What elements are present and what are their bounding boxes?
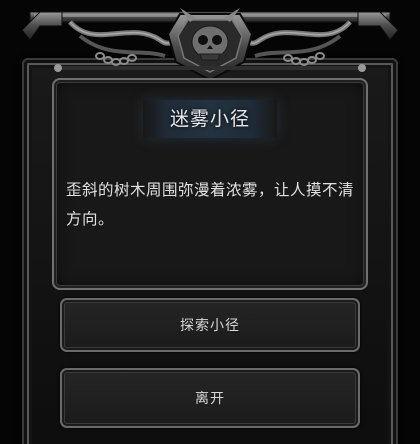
ornate-crest-icon bbox=[21, 8, 399, 82]
event-description: 歪斜的树木周围弥漫着浓雾，让人摸不清方向。 bbox=[66, 181, 355, 228]
event-screen: 迷雾小径 歪斜的树木周围弥漫着浓雾，让人摸不清方向。 探索小径 离开 bbox=[0, 0, 420, 444]
explore-path-label: 探索小径 bbox=[180, 318, 240, 334]
leave-button[interactable]: 离开 bbox=[60, 368, 360, 428]
explore-path-button[interactable]: 探索小径 bbox=[60, 298, 360, 352]
event-title: 迷雾小径 bbox=[169, 108, 250, 130]
leave-label: 离开 bbox=[195, 391, 225, 407]
